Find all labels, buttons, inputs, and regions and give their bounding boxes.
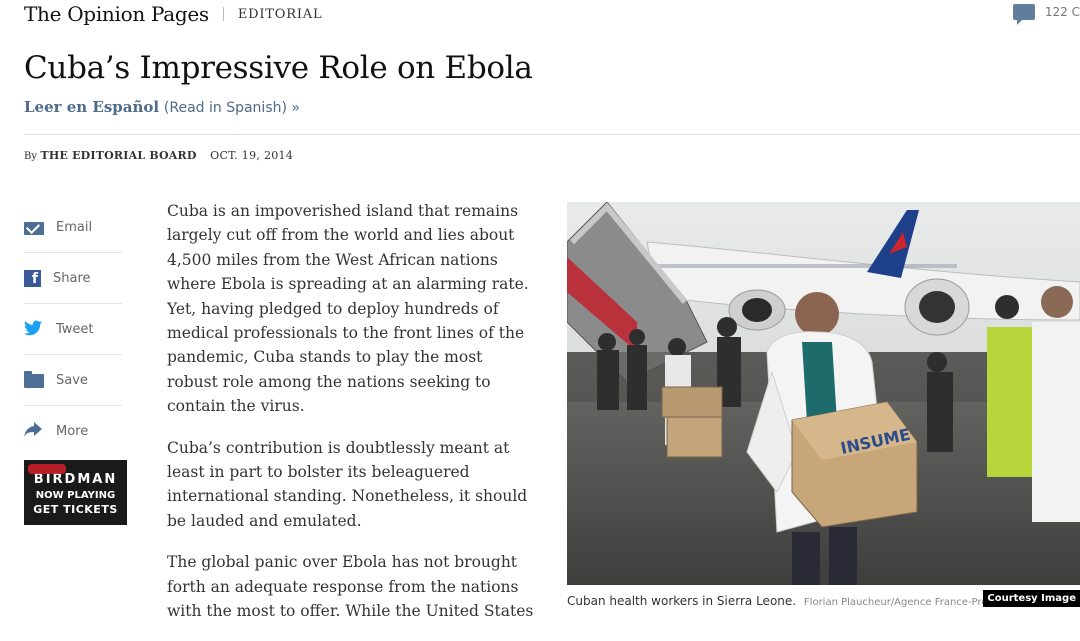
byline-author[interactable]: THE EDITORIAL BOARD — [41, 149, 197, 162]
share-arrow-icon — [24, 422, 44, 440]
share-tools: Email f Share Tweet Save More — [24, 202, 122, 456]
share-more[interactable]: More — [24, 406, 122, 456]
section-label[interactable]: EDITORIAL — [238, 7, 323, 22]
article-paragraph: Cuba’s contribution is doubtlessly meant… — [167, 438, 528, 530]
article-headline: Cuba’s Impressive Role on Ebola — [24, 50, 533, 86]
share-email[interactable]: Email — [24, 202, 122, 253]
article-photo[interactable]: INSUME — [567, 202, 1080, 585]
opinion-pages-logo[interactable]: The Opinion Pages — [24, 2, 209, 26]
byline: By THE EDITORIAL BOARD OCT. 19, 2014 — [24, 149, 293, 162]
share-facebook[interactable]: f Share — [24, 253, 122, 304]
article-paragraph: Cuba is an impoverished island that rema… — [167, 202, 529, 416]
caption-text: Cuban health workers in Sierra Leone. — [567, 594, 797, 608]
ad-splash-graphic — [28, 464, 66, 474]
ad-now-playing: NOW PLAYING — [35, 490, 116, 501]
facebook-icon: f — [24, 269, 41, 287]
spanish-link-text[interactable]: Leer en Español — [24, 98, 159, 116]
ad-get-tickets[interactable]: GET TICKETS — [24, 503, 127, 516]
birdman-ad[interactable]: BIRDMAN NOW PLAYING GET TICKETS — [24, 460, 127, 525]
header-divider — [24, 134, 1080, 135]
photo-caption: Cuban health workers in Sierra Leone. Fl… — [567, 594, 1004, 608]
byline-date: OCT. 19, 2014 — [210, 149, 294, 162]
share-email-label: Email — [56, 219, 93, 235]
comments-button[interactable]: 122 C — [1012, 4, 1080, 25]
share-save[interactable]: Save — [24, 355, 122, 406]
twitter-icon — [24, 320, 44, 338]
read-in-spanish-link[interactable]: Leer en Español (Read in Spanish) » — [24, 98, 300, 116]
article-paragraph: The global panic over Ebola has not brou… — [167, 553, 534, 621]
share-facebook-label: Share — [53, 270, 91, 286]
comment-icon — [1012, 4, 1035, 25]
photo-credit: Florian Plaucheur/Agence France-Presse — [803, 597, 1005, 608]
email-icon — [24, 221, 44, 235]
share-save-label: Save — [56, 372, 88, 388]
save-folder-icon — [24, 371, 44, 388]
byline-by: By — [24, 151, 37, 162]
spanish-link-paren[interactable]: (Read in Spanish) » — [164, 100, 300, 116]
article-body: Cuba is an impoverished island that rema… — [167, 199, 537, 641]
ad-title: BIRDMAN — [33, 472, 118, 487]
masthead-divider — [222, 7, 224, 21]
share-twitter-label: Tweet — [56, 321, 94, 337]
share-twitter[interactable]: Tweet — [24, 304, 122, 355]
share-more-label: More — [56, 423, 89, 439]
courtesy-image-badge: Courtesy Image — [983, 590, 1080, 607]
comment-count: 122 C — [1044, 5, 1080, 19]
masthead: The Opinion Pages EDITORIAL — [24, 2, 322, 26]
